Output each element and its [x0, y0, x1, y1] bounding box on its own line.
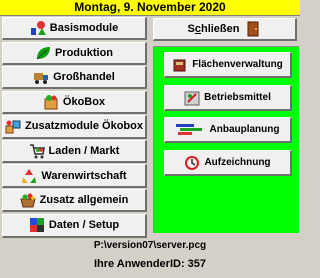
leaf-icon	[36, 46, 50, 60]
betriebsmittel-button[interactable]: Betriebsmittel	[164, 85, 292, 111]
planning-bars-icon	[175, 123, 202, 135]
produktion-label: Produktion	[54, 46, 114, 59]
grosshandel-label: Großhandel	[53, 71, 115, 84]
truck-icon	[34, 73, 49, 85]
zusatzmodule-oekobox-button[interactable]: Zusatzmodule Ökobox	[2, 115, 147, 139]
oekobox-label: ÖkoBox	[62, 95, 106, 108]
produktion-button[interactable]: Produktion	[2, 41, 147, 65]
anbauplanung-label: Anbauplanung	[209, 124, 280, 135]
basket-icon	[20, 193, 36, 208]
zusatzmodule-oekobox-label: Zusatzmodule Ökobox	[25, 120, 143, 133]
boxes-icon	[5, 120, 21, 134]
field-book-icon	[173, 59, 186, 71]
shopping-cart-icon	[29, 144, 45, 159]
zusatz-allgemein-button[interactable]: Zusatz allgemein	[2, 189, 147, 213]
basismodule-label: Basismodule	[49, 22, 119, 35]
aufzeichnung-button[interactable]: Aufzeichnung	[164, 150, 292, 176]
daten-setup-button[interactable]: Daten / Setup	[2, 213, 147, 238]
oekobox-button[interactable]: ÖkoBox	[2, 90, 147, 114]
user-id: Ihre AnwenderID: 357	[93, 258, 207, 270]
laden-markt-button[interactable]: Laden / Markt	[2, 139, 147, 164]
database-icon	[29, 218, 44, 233]
date-bar: Montag, 9. November 2020	[0, 0, 300, 16]
flaechenverwaltung-label: Flächenverwaltung	[192, 59, 283, 70]
aufzeichnung-label: Aufzeichnung	[204, 157, 271, 168]
schliessen-button[interactable]: Schließen	[153, 18, 297, 41]
supplies-icon	[184, 91, 200, 105]
exit-door-icon	[247, 21, 259, 37]
betriebsmittel-label: Betriebsmittel	[204, 92, 271, 103]
server-path: P:\version07\server.pcg	[93, 240, 207, 251]
basismodule-button[interactable]: Basismodule	[2, 17, 147, 41]
chart-shapes-icon	[30, 21, 46, 36]
zusatz-allgemein-label: Zusatz allgemein	[39, 194, 129, 207]
warenwirtschaft-button[interactable]: Warenwirtschaft	[2, 164, 147, 188]
laden-markt-label: Laden / Markt	[48, 144, 120, 157]
sub-menu-panel: Flächenverwaltung Betriebsmittel Anbaupl…	[153, 46, 299, 233]
recycle-icon	[22, 168, 37, 183]
box-icon	[44, 94, 58, 110]
grosshandel-button[interactable]: Großhandel	[2, 66, 147, 90]
schliessen-label: Schließen	[187, 23, 240, 35]
daten-setup-label: Daten / Setup	[48, 219, 120, 232]
recording-icon	[185, 155, 200, 170]
warenwirtschaft-label: Warenwirtschaft	[41, 169, 127, 182]
main-menu: Basismodule Produktion Großhandel ÖkoBox…	[2, 17, 147, 239]
flaechenverwaltung-button[interactable]: Flächenverwaltung	[164, 52, 292, 78]
anbauplanung-button[interactable]: Anbauplanung	[164, 117, 292, 143]
